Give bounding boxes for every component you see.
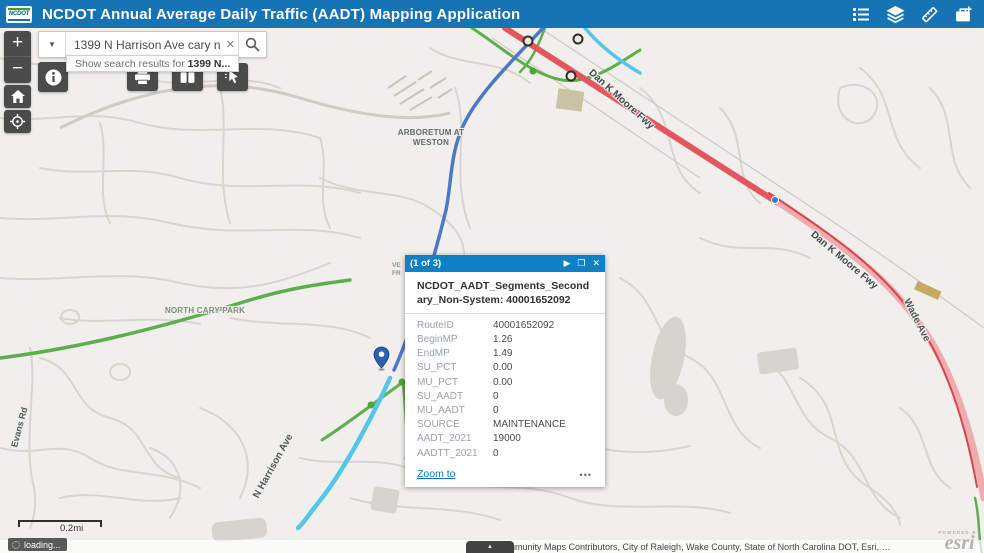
field-value: 40001652092: [493, 320, 554, 331]
field-label: AADT_2021: [417, 433, 493, 444]
esri-wordmark: esri: [938, 535, 981, 552]
info-icon: [45, 69, 62, 86]
arboretum-cluster: [388, 71, 452, 110]
table-row: MU_PCT0.00: [405, 375, 605, 389]
search-widget: ▼ ✕: [38, 31, 267, 58]
feature-popup: (1 of 3) ▶ ❐ ✕ NCDOT_AADT_Segments_Secon…: [405, 255, 605, 487]
location-pin[interactable]: [374, 347, 389, 371]
popup-more-options[interactable]: •••: [580, 470, 592, 480]
table-row: BeginMP1.26: [405, 332, 605, 346]
add-data-icon: [954, 6, 973, 23]
my-location-button[interactable]: [4, 110, 31, 133]
zoom-control: + −: [4, 31, 31, 83]
zoom-to-link[interactable]: Zoom to: [417, 468, 456, 480]
legend-icon: [852, 6, 870, 22]
header-toolbar: [844, 0, 980, 28]
field-label: RouteID: [417, 320, 493, 331]
search-input[interactable]: [66, 32, 238, 57]
field-value: 0.00: [493, 377, 512, 388]
field-value: 1.49: [493, 348, 512, 359]
suggestion-term: 1399 N...: [188, 58, 231, 70]
field-value: 0: [493, 448, 499, 459]
field-value: 19000: [493, 433, 521, 444]
popup-header-buttons: ▶ ❐ ✕: [563, 259, 600, 268]
field-value: 0: [493, 391, 499, 402]
esri-logo: POWERED BY esri: [938, 530, 981, 552]
weston-pkwy-road: [60, 86, 450, 128]
spinner-icon: [12, 541, 20, 549]
table-row: SOURCEMAINTENANCE: [405, 418, 605, 432]
field-label: BeginMP: [417, 334, 493, 345]
search-source-dropdown[interactable]: ▼: [39, 32, 66, 57]
legend-button[interactable]: [844, 0, 878, 28]
field-value: 1.26: [493, 334, 512, 345]
table-row: AADTT_20210: [405, 446, 605, 460]
table-row: MU_AADT0: [405, 403, 605, 417]
search-suggestion[interactable]: Show search results for 1399 N...: [66, 55, 239, 72]
search-submit-button[interactable]: [238, 32, 266, 57]
field-label: SOURCE: [417, 419, 493, 430]
loading-text: loading...: [24, 540, 61, 550]
table-row: SU_AADT0: [405, 389, 605, 403]
attribution-text: Esri Community Maps Contributors, City o…: [478, 542, 891, 552]
home-button[interactable]: [4, 85, 31, 108]
table-row: RouteID40001652092: [405, 318, 605, 332]
table-row: EndMP1.49: [405, 347, 605, 361]
table-row: AADT_202119000: [405, 432, 605, 446]
crosshair-icon: [10, 114, 25, 129]
measurement-button[interactable]: [912, 0, 946, 28]
scale-bar-label: 0.2mi: [60, 523, 83, 534]
home-icon: [11, 90, 25, 103]
suggestion-prefix: Show search results for: [75, 58, 188, 70]
map-label-north-cary-park: NORTH CARY PARK: [163, 306, 247, 316]
field-label: AADTT_2021: [417, 448, 493, 459]
layer-list-button[interactable]: [878, 0, 912, 28]
field-label: MU_AADT: [417, 405, 493, 416]
table-row: SU_PCT0.00: [405, 361, 605, 375]
app-header: NCDOT NCDOT Annual Average Daily Traffic…: [0, 0, 984, 28]
popup-title: NCDOT_AADT_Segments_Secondary_Non-System…: [405, 272, 605, 314]
layers-icon: [886, 6, 905, 23]
popup-header: (1 of 3) ▶ ❐ ✕: [405, 255, 605, 272]
zoom-in-button[interactable]: +: [4, 31, 31, 57]
search-input-wrap: ✕: [66, 32, 238, 57]
attribute-table-toggle[interactable]: ▲: [466, 541, 514, 553]
zoom-out-button[interactable]: −: [4, 57, 31, 83]
logo-stripe-blue: [8, 19, 30, 21]
logo-text: NCDOT: [9, 11, 29, 17]
measure-icon: [920, 6, 939, 23]
chevron-up-icon: ▲: [487, 544, 493, 550]
field-value: MAINTENANCE: [493, 419, 566, 430]
map-label-fragment-line2: FR: [392, 270, 401, 278]
add-data-button[interactable]: [946, 0, 980, 28]
popup-pager: (1 of 3): [410, 258, 441, 269]
field-label: SU_AADT: [417, 391, 493, 402]
popup-close-icon[interactable]: ✕: [592, 259, 600, 268]
map-label-arboretum: ARBORETUM AT WESTON: [388, 128, 474, 149]
field-label: MU_PCT: [417, 377, 493, 388]
search-icon: [245, 37, 260, 52]
logo-stripe-green: [8, 8, 30, 10]
popup-attribute-table: RouteID40001652092 BeginMP1.26 EndMP1.49…: [405, 314, 605, 460]
field-label: EndMP: [417, 348, 493, 359]
field-label: SU_PCT: [417, 362, 493, 373]
app-title: NCDOT Annual Average Daily Traffic (AADT…: [42, 6, 520, 23]
ncdot-logo: NCDOT: [6, 6, 32, 23]
field-value: 0.00: [493, 362, 512, 373]
popup-next-icon[interactable]: ▶: [563, 259, 570, 268]
loading-indicator: loading...: [8, 538, 67, 551]
info-button[interactable]: [38, 62, 68, 92]
map-label-fragment: VE FR: [392, 262, 401, 279]
popup-maximize-icon[interactable]: ❐: [577, 259, 585, 268]
field-value: 0: [493, 405, 499, 416]
search-clear-icon[interactable]: ✕: [226, 38, 235, 51]
